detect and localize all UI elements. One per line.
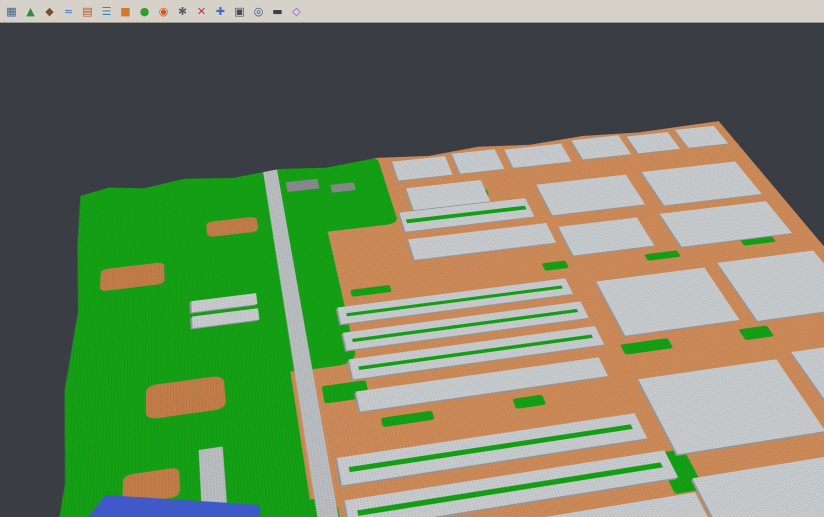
measure-icon[interactable]: ◇ [288, 3, 305, 20]
classification-grid-icon[interactable]: ▤ [79, 3, 96, 20]
texture-mesh-icon[interactable]: ◆ [41, 3, 58, 20]
water-surface-icon[interactable]: ≈ [60, 3, 77, 20]
screenshot-camera-icon[interactable]: ▬ [269, 3, 286, 20]
building-roof [642, 161, 762, 205]
toolbar-icons: ▦▲◆≈▤☰■●◉✱✕✚▣◎▬◇ [0, 2, 308, 21]
building-roof [504, 144, 571, 168]
globe-icon[interactable]: ◎ [250, 3, 267, 20]
building-roof [558, 217, 654, 255]
building-roof [692, 451, 824, 517]
building-roof [536, 175, 645, 216]
open-scene-icon[interactable]: ▦ [3, 3, 20, 20]
street-tree-patch [542, 260, 569, 270]
terrain-icon[interactable]: ▲ [22, 3, 39, 20]
settings-gear-icon[interactable]: ✱ [174, 3, 191, 20]
building-roof [452, 149, 505, 173]
street-tree-patch [350, 285, 391, 297]
street-tree-patch [381, 411, 435, 428]
terrain-point-cloud [11, 121, 824, 517]
building-roof [627, 132, 680, 153]
street-tree-patch [644, 250, 681, 260]
delete-icon[interactable]: ✕ [193, 3, 210, 20]
ortho-tile-icon[interactable]: ■ [117, 3, 134, 20]
building-roof [392, 156, 452, 180]
crosshair-icon[interactable]: ✚ [212, 3, 229, 20]
street-tree-patch [738, 325, 774, 340]
layers-icon[interactable]: ☰ [98, 3, 115, 20]
building-roof [571, 135, 631, 159]
sphere-view-icon[interactable]: ● [136, 3, 153, 20]
3d-viewport[interactable] [0, 23, 824, 517]
building-roof [675, 126, 728, 148]
application-window: ▦▲◆≈▤☰■●◉✱✕✚▣◎▬◇ [0, 0, 824, 517]
street-tree-patch [512, 395, 546, 409]
street-tree-patch [620, 338, 673, 355]
toolbar: ▦▲◆≈▤☰■●◉✱✕✚▣◎▬◇ [0, 0, 824, 23]
building-roof [596, 268, 739, 336]
target-point-icon[interactable]: ◉ [155, 3, 172, 20]
building-roof [638, 359, 824, 454]
grid-view-icon[interactable]: ▣ [231, 3, 248, 20]
